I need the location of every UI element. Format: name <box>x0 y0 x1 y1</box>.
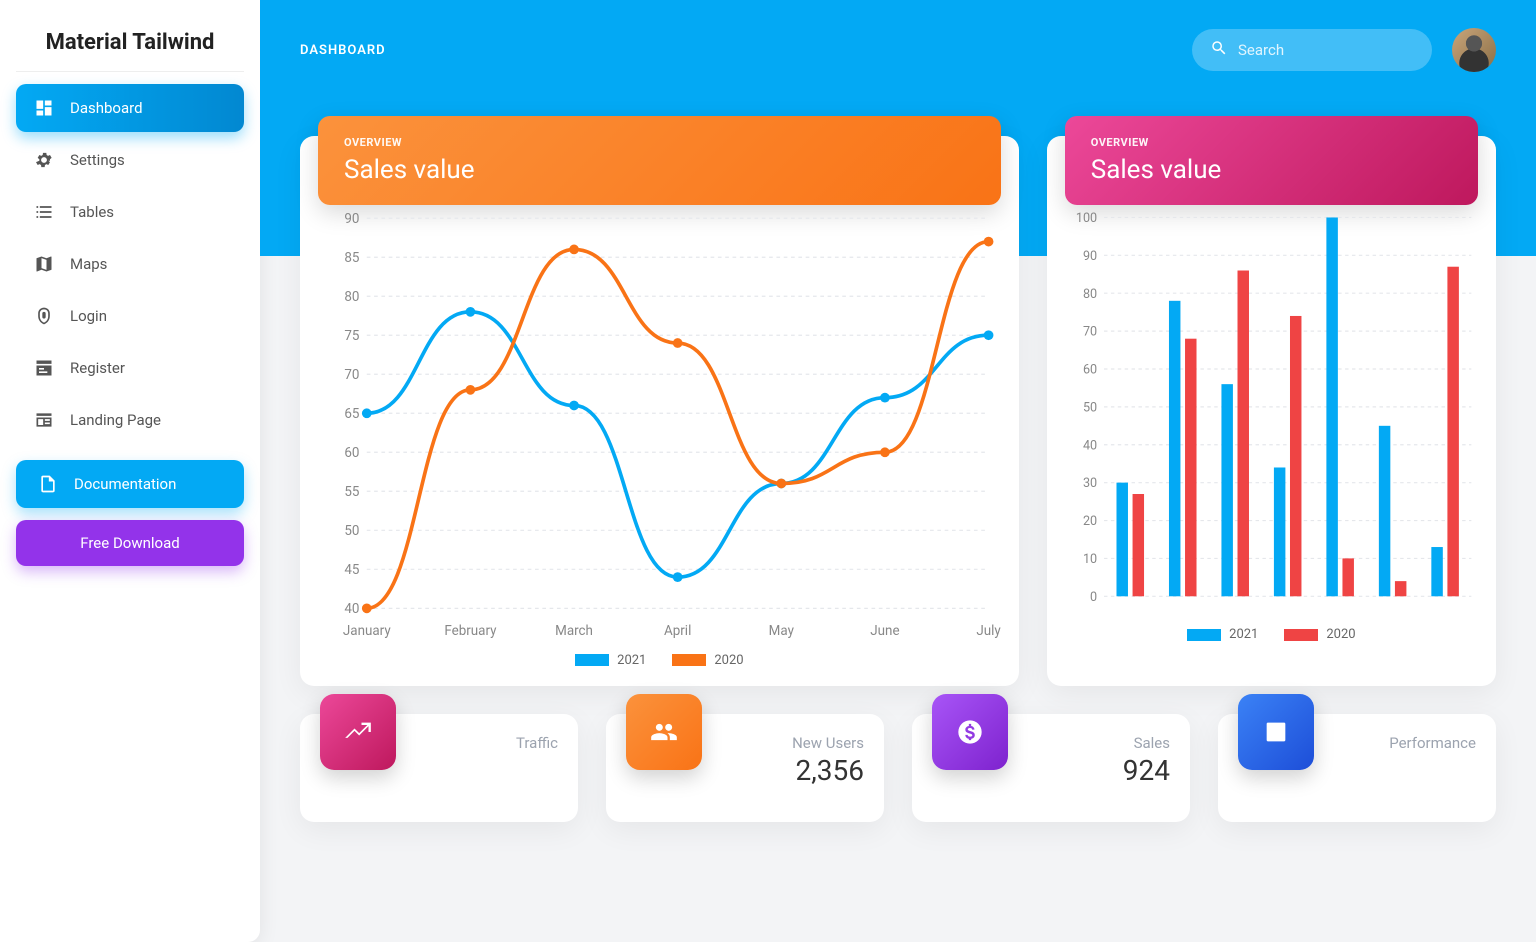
svg-text:50: 50 <box>1083 400 1097 415</box>
svg-text:July: July <box>976 624 1000 639</box>
search-icon <box>1210 39 1228 61</box>
stat-label: Sales <box>1123 734 1170 752</box>
nav-list: Dashboard Settings Tables Maps Login Register… <box>16 84 244 444</box>
sidebar-item-settings[interactable]: Settings <box>16 136 244 184</box>
legend-item-2021: 2021 <box>1187 627 1258 642</box>
sidebar-item-register[interactable]: Register <box>16 344 244 392</box>
svg-text:90: 90 <box>344 212 359 227</box>
line-chart: 40 45 50 55 60 65 70 75 80 85 90 January February Mar… <box>318 206 1001 645</box>
form-icon <box>34 358 54 378</box>
nav-label: Register <box>70 359 125 377</box>
svg-text:10: 10 <box>1083 552 1097 567</box>
gear-icon <box>34 150 54 170</box>
nav-label: Login <box>70 307 107 325</box>
bar-icon <box>1238 694 1314 770</box>
svg-text:45: 45 <box>344 563 359 578</box>
legend-item-2020: 2020 <box>672 653 743 668</box>
svg-text:65: 65 <box>344 407 359 422</box>
svg-text:85: 85 <box>344 251 359 266</box>
free-download-button[interactable]: Free Download <box>16 520 244 566</box>
dollar-icon <box>932 694 1008 770</box>
svg-text:75: 75 <box>344 329 359 344</box>
chart-card-bar: OVERVIEW Sales value 0 10 20 30 40 50 60 70 80 90… <box>1047 136 1496 686</box>
documentation-button[interactable]: Documentation <box>16 460 244 508</box>
svg-text:January: January <box>343 624 391 639</box>
chart-card-header: OVERVIEW Sales value <box>1065 116 1478 205</box>
legend-item-2021: 2021 <box>575 653 646 668</box>
stat-label: New Users <box>792 734 864 752</box>
svg-text:55: 55 <box>344 485 359 500</box>
main: DASHBOARD OVERVIEW Sales value <box>260 0 1536 942</box>
nav-label: Tables <box>70 203 114 221</box>
svg-text:March: March <box>555 624 593 639</box>
sidebar-item-tables[interactable]: Tables <box>16 188 244 236</box>
svg-text:June: June <box>870 624 899 639</box>
stat-card-performance: Performance <box>1218 714 1496 822</box>
stat-card-new-users: New Users 2,356 <box>606 714 884 822</box>
chart-card-line: OVERVIEW Sales value 40 45 50 55 60 65 70 75 80 8… <box>300 136 1019 686</box>
list-icon <box>34 202 54 222</box>
chart-legend: 2021 2020 <box>1065 627 1478 642</box>
legend-item-2020: 2020 <box>1284 627 1355 642</box>
overline: OVERVIEW <box>344 136 975 149</box>
nav-label: Settings <box>70 151 125 169</box>
svg-text:May: May <box>769 624 795 639</box>
stats-row: Traffic New Users 2,356 Sales 924 Performa… <box>300 714 1496 822</box>
svg-text:90: 90 <box>1083 249 1097 264</box>
search-box[interactable] <box>1192 29 1432 71</box>
svg-text:70: 70 <box>1083 325 1097 340</box>
sidebar-item-login[interactable]: Login <box>16 292 244 340</box>
bar-chart: 0 10 20 30 40 50 60 70 80 90 100 <box>1065 206 1478 619</box>
sidebar-item-landing-page[interactable]: Landing Page <box>16 396 244 444</box>
stat-label: Performance <box>1389 734 1476 752</box>
sidebar-item-dashboard[interactable]: Dashboard <box>16 84 244 132</box>
nav-label: Maps <box>70 255 107 273</box>
stat-card-sales: Sales 924 <box>912 714 1190 822</box>
svg-text:40: 40 <box>344 602 359 617</box>
chart-legend: 2021 2020 <box>318 653 1001 668</box>
search-input[interactable] <box>1238 41 1414 59</box>
nav-label: Landing Page <box>70 411 161 429</box>
avatar[interactable] <box>1452 28 1496 72</box>
svg-text:0: 0 <box>1090 590 1097 605</box>
svg-text:50: 50 <box>344 524 359 539</box>
sidebar: Material Tailwind Dashboard Settings Table… <box>0 0 260 942</box>
chart-card-header: OVERVIEW Sales value <box>318 116 1001 205</box>
documentation-label: Documentation <box>74 475 176 493</box>
svg-text:30: 30 <box>1083 476 1097 491</box>
svg-text:60: 60 <box>344 446 359 461</box>
svg-text:April: April <box>664 624 691 639</box>
stat-value: 924 <box>1123 754 1170 787</box>
group-icon <box>626 694 702 770</box>
stat-value: 2,356 <box>792 754 864 787</box>
svg-text:70: 70 <box>344 368 359 383</box>
map-icon <box>34 254 54 274</box>
card-title: Sales value <box>1091 155 1452 185</box>
svg-text:100: 100 <box>1076 211 1097 226</box>
document-icon <box>38 474 58 494</box>
page-title: DASHBOARD <box>300 43 386 58</box>
overline: OVERVIEW <box>1091 136 1452 149</box>
svg-text:20: 20 <box>1083 514 1097 529</box>
svg-text:February: February <box>444 624 497 639</box>
trend-icon <box>320 694 396 770</box>
nav-label: Dashboard <box>70 99 143 117</box>
card-title: Sales value <box>344 155 975 185</box>
stat-card-traffic: Traffic <box>300 714 578 822</box>
svg-text:60: 60 <box>1083 363 1097 378</box>
sidebar-item-maps[interactable]: Maps <box>16 240 244 288</box>
fingerprint-icon <box>34 306 54 326</box>
web-icon <box>34 410 54 430</box>
stat-label: Traffic <box>516 734 558 752</box>
brand-title: Material Tailwind <box>16 20 244 72</box>
dashboard-icon <box>34 98 54 118</box>
svg-text:80: 80 <box>344 290 359 305</box>
svg-text:80: 80 <box>1083 287 1097 302</box>
svg-text:40: 40 <box>1083 438 1097 453</box>
